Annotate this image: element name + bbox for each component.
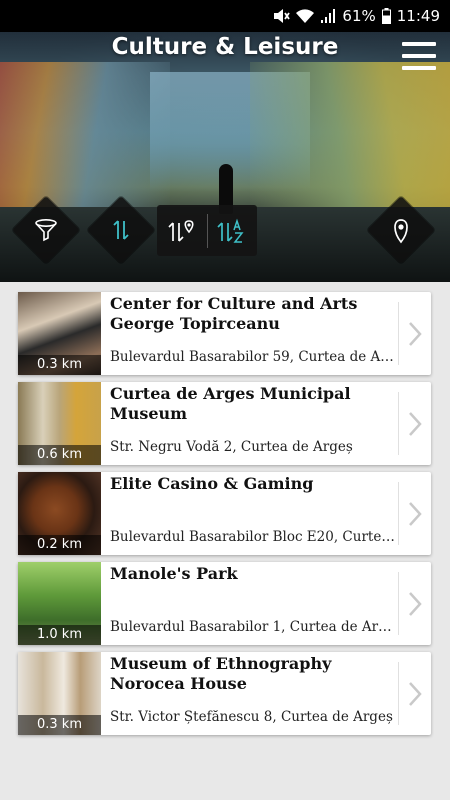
distance-label: 0.3 km [18, 715, 101, 735]
place-thumbnail: 0.6 km [18, 382, 101, 465]
place-address: Bulevardul Basarabilor 1, Curtea de Arge… [110, 619, 395, 635]
distance-label: 0.2 km [18, 535, 101, 555]
list-item[interactable]: 0.3 km Center for Culture and Arts Georg… [18, 292, 431, 375]
chevron-right-icon [409, 592, 422, 616]
funnel-icon [35, 218, 57, 242]
card-divider [398, 572, 399, 635]
map-button[interactable] [367, 196, 435, 264]
place-title: Museum of Ethnography Norocea House [110, 654, 332, 693]
chevron-right-icon [409, 412, 422, 436]
place-address: Str. Negru Vodă 2, Curtea de Argeș [110, 439, 353, 455]
list-item[interactable]: 0.2 km Elite Casino & Gaming Bulevardul … [18, 472, 431, 555]
distance-label: 0.3 km [18, 355, 101, 375]
wifi-icon [296, 8, 315, 24]
place-title: Curtea de Arges Municipal Museum [110, 384, 351, 423]
mute-icon [272, 8, 291, 24]
card-divider [398, 662, 399, 725]
chevron-right-icon [409, 502, 422, 526]
sort-options [157, 205, 257, 256]
status-bar: 61% 11:49 [0, 0, 450, 32]
signal-icon [320, 8, 336, 24]
page-title: Culture & Leisure [111, 34, 339, 60]
card-divider [398, 392, 399, 455]
sort-by-distance-button[interactable] [157, 205, 207, 256]
chevron-right-icon [409, 682, 422, 706]
distance-label: 0.6 km [18, 445, 101, 465]
list-item[interactable]: 0.6 km Curtea de Arges Municipal Museum … [18, 382, 431, 465]
sort-by-location-icon [168, 219, 194, 242]
place-address: Bulevardul Basarabilor 59, Curtea de Arg… [110, 349, 395, 365]
sort-alphabetical-button[interactable] [207, 205, 257, 256]
place-title: Center for Culture and Arts George Topir… [110, 294, 358, 333]
list-item[interactable]: 1.0 km Manole's Park Bulevardul Basarabi… [18, 562, 431, 645]
place-thumbnail: 0.3 km [18, 292, 101, 375]
filter-button[interactable] [12, 196, 80, 264]
menu-button[interactable] [402, 42, 436, 70]
hero-image-left [0, 62, 170, 212]
up-down-arrows-icon [113, 220, 129, 240]
clock: 11:49 [396, 7, 440, 25]
chevron-right-icon [409, 322, 422, 346]
places-list: 0.3 km Center for Culture and Arts Georg… [18, 292, 431, 742]
battery-icon [381, 8, 391, 24]
place-address: Str. Victor Ștefănescu 8, Curtea de Arge… [110, 709, 393, 725]
sort-a-z-icon [217, 218, 244, 243]
place-thumbnail: 0.3 km [18, 652, 101, 735]
list-item[interactable]: 0.3 km Museum of Ethnography Norocea Hou… [18, 652, 431, 735]
place-thumbnail: 1.0 km [18, 562, 101, 645]
hero-image-right [250, 62, 450, 212]
map-pin-icon [394, 219, 408, 244]
place-title: Elite Casino & Gaming [110, 474, 314, 493]
place-thumbnail: 0.2 km [18, 472, 101, 555]
place-address: Bulevardul Basarabilor Bloc E20, Curtea … [110, 529, 395, 545]
card-divider [398, 302, 399, 365]
battery-percent: 61% [342, 7, 376, 25]
distance-label: 1.0 km [18, 625, 101, 645]
hamburger-icon [402, 42, 436, 46]
card-divider [398, 482, 399, 545]
sort-direction-button[interactable] [87, 196, 155, 264]
place-title: Manole's Park [110, 564, 238, 583]
